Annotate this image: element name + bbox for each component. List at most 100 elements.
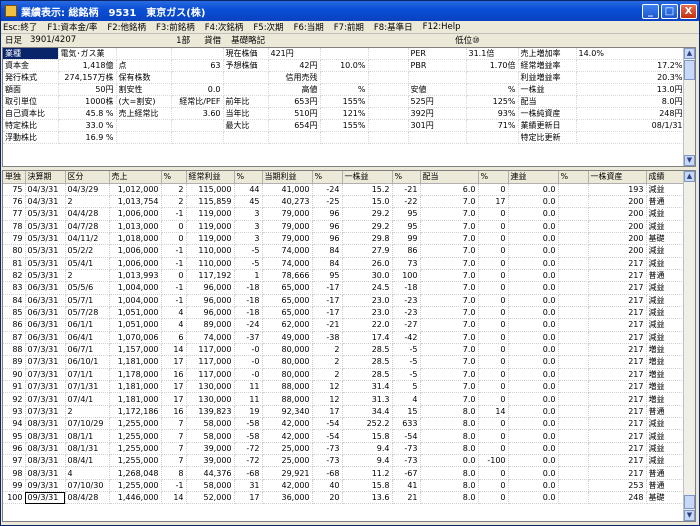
- table-cell: 05/2/2: [65, 244, 110, 258]
- menu-f4-next-stock[interactable]: F4:次銘柄: [205, 21, 244, 33]
- table-row[interactable]: 89 07/3/31 06/10/1 1,181,000 17 117,000 -0 80,0…: [3, 355, 686, 369]
- column-header[interactable]: 区分: [65, 171, 110, 184]
- table-cell: 1,181,000: [109, 380, 162, 394]
- table-row[interactable]: 83 06/3/31 05/5/6 1,004,000 -1 96,000 -18 65,00…: [3, 281, 686, 295]
- summary-cell: 0.0: [171, 83, 224, 97]
- table-cell: 36,000: [262, 491, 313, 505]
- scroll-down-icon[interactable]: ▼: [684, 155, 695, 166]
- table-row[interactable]: 94 08/3/31 07/10/29 1,255,000 7 58,000 -58 42,0…: [3, 417, 686, 431]
- table-row[interactable]: 84 06/3/31 05/7/1 1,004,000 -1 96,000 -18 65,00…: [3, 294, 686, 307]
- grid-scrollbar[interactable]: ▲ ▼: [683, 171, 695, 521]
- table-cell: -72: [234, 454, 263, 468]
- column-header[interactable]: 売上: [109, 171, 162, 184]
- table-row[interactable]: 88 07/3/31 06/7/1 1,157,000 14 117,000 -0 80,00…: [3, 343, 686, 357]
- table-cell: 30.0: [342, 269, 393, 283]
- column-header[interactable]: 単独: [3, 171, 26, 184]
- column-header[interactable]: 一株資産: [588, 171, 647, 184]
- column-header[interactable]: %: [392, 171, 421, 184]
- table-cell: 200: [588, 244, 647, 258]
- table-row[interactable]: 78 05/3/31 04/7/28 1,013,000 0 119,000 3 79,000…: [3, 220, 686, 233]
- scroll-thumb[interactable]: [684, 60, 695, 80]
- table-row[interactable]: 75 04/3/31 04/3/29 1,012,000 2 115,000 44 41,00…: [3, 183, 686, 196]
- table-row[interactable]: 91 07/3/31 07/1/31 1,181,000 17 130,000 11 88,0…: [3, 380, 686, 394]
- menu-f1-capital[interactable]: F1:資本金/率: [47, 21, 97, 33]
- summary-scrollbar[interactable]: ▲ ▼: [683, 48, 695, 166]
- table-row[interactable]: 95 08/3/31 08/1/1 1,255,000 7 58,000 -58 42,000…: [3, 429, 686, 443]
- table-cell: 09/3/31: [25, 491, 66, 505]
- table-row[interactable]: 76 04/3/31 2 1,013,754 2 115,859 45 40,273 -25 15…: [3, 195, 686, 209]
- date-label: 日足: [5, 36, 23, 46]
- table-row[interactable]: 92 07/3/31 07/4/1 1,181,000 17 130,000 11 88,00…: [3, 392, 686, 406]
- table-cell: 139,823: [186, 405, 235, 419]
- summary-cell: [116, 119, 172, 133]
- table-row[interactable]: 96 08/3/31 08/1/31 1,255,000 7 39,000 -72 25,00…: [3, 442, 686, 456]
- minimize-button[interactable]: _: [642, 3, 659, 19]
- grid-scroll-thumb[interactable]: [684, 495, 695, 509]
- table-row[interactable]: 90 07/3/31 07/1/1 1,178,000 16 117,000 -0 80,00…: [3, 368, 686, 382]
- table-cell: 0.0: [508, 380, 559, 394]
- table-row[interactable]: 99 09/3/31 07/10/30 1,255,000 -1 58,000 31 42,0…: [3, 479, 686, 493]
- summary-cell: 点: [116, 59, 172, 73]
- table-row[interactable]: 82 05/3/31 2 1,013,993 0 117,192 1 78,666 95 30.0…: [3, 269, 686, 283]
- table-cell: 0.0: [420, 454, 479, 468]
- table-row[interactable]: 87 06/3/31 06/4/1 1,070,006 6 74,000 -37 49,000…: [3, 331, 686, 344]
- table-row[interactable]: 81 05/3/31 05/4/1 1,006,000 -1 110,000 -5 74,00…: [3, 257, 686, 270]
- table-cell: 28.5: [342, 368, 393, 382]
- table-cell: 2: [65, 195, 110, 209]
- column-header[interactable]: 配当: [420, 171, 479, 184]
- summary-cell: 特定株比: [3, 119, 59, 133]
- table-row[interactable]: 98 08/3/31 4 1,268,048 8 44,376 -68 29,921 -68 11…: [3, 466, 686, 480]
- table-row[interactable]: 80 05/3/31 05/2/2 1,006,000 -1 110,000 -5 74,00…: [3, 244, 686, 258]
- maximize-button[interactable]: □: [661, 3, 678, 19]
- menu-f8-base-date[interactable]: F8:基準日: [374, 21, 413, 33]
- menu-f7-prev-period[interactable]: F7:前期: [334, 21, 364, 33]
- menu-esc-exit[interactable]: Esc:終了: [3, 21, 37, 33]
- column-header[interactable]: %: [234, 171, 263, 184]
- table-cell: 増益: [646, 368, 686, 382]
- table-row[interactable]: 97 08/3/31 08/4/1 1,255,000 7 39,000 -72 25,000…: [3, 454, 686, 468]
- table-cell: 7.0: [420, 257, 479, 270]
- column-header[interactable]: 当期利益: [262, 171, 313, 184]
- table-cell: 0.0: [508, 281, 559, 295]
- column-header[interactable]: %: [161, 171, 187, 184]
- summary-cell: [171, 48, 224, 61]
- column-header[interactable]: 経常利益: [186, 171, 235, 184]
- grid-scroll-up-icon[interactable]: ▲: [684, 171, 695, 182]
- table-row[interactable]: 93 07/3/31 2 1,172,186 16 139,823 19 92,340 17 34…: [3, 405, 686, 419]
- close-button[interactable]: X: [680, 3, 697, 19]
- table-cell: 217: [588, 466, 647, 480]
- table-cell: [558, 244, 589, 258]
- column-header[interactable]: 成績: [646, 171, 686, 184]
- table-cell: 0: [478, 207, 509, 221]
- menu-f3-prev-stock[interactable]: F3:前銘柄: [156, 21, 195, 33]
- table-row[interactable]: 86 06/3/31 06/1/1 1,051,000 4 89,000 -24 62,000…: [3, 318, 686, 332]
- table-cell: 08/3/31: [25, 454, 66, 468]
- menu-f2-other-stock[interactable]: F2:他銘柄: [107, 21, 146, 33]
- table-row[interactable]: 100 09/3/31 08/4/28 1,446,000 14 52,000 17 36,0…: [3, 491, 686, 505]
- table-cell: -0: [234, 343, 263, 357]
- summary-cell: 予想株価: [223, 59, 269, 73]
- table-cell: -18: [234, 306, 263, 320]
- table-cell: 8.0: [420, 466, 479, 480]
- column-header[interactable]: 決算期: [25, 171, 66, 184]
- column-header[interactable]: %: [312, 171, 343, 184]
- menu-f6-current-period[interactable]: F6:当期: [294, 21, 324, 33]
- menu-f5-next-period[interactable]: F5:次期: [253, 21, 283, 33]
- table-cell: 7.0: [420, 331, 479, 344]
- column-header[interactable]: %: [478, 171, 509, 184]
- grid-scroll-down-icon[interactable]: ▼: [684, 510, 695, 521]
- table-cell: 200: [588, 207, 647, 221]
- column-header[interactable]: %: [558, 171, 589, 184]
- table-row[interactable]: 85 06/3/31 05/7/28 1,051,000 4 96,000 -18 65,00…: [3, 306, 686, 320]
- table-cell: 41,000: [262, 183, 313, 196]
- scroll-up-icon[interactable]: ▲: [684, 48, 695, 59]
- table-row[interactable]: 77 05/3/31 04/4/28 1,006,000 -1 119,000 3 79,00…: [3, 207, 686, 221]
- table-cell: 基礎: [646, 491, 686, 505]
- table-row[interactable]: 79 05/3/31 04/11/2 1,018,000 0 119,000 3 79,000…: [3, 232, 686, 246]
- column-header[interactable]: 一株益: [342, 171, 393, 184]
- menu-f12-help[interactable]: F12:Help: [423, 22, 461, 32]
- table-cell: [558, 207, 589, 221]
- column-header[interactable]: 連益: [508, 171, 559, 184]
- summary-cell: [171, 71, 224, 85]
- table-cell: [558, 306, 589, 320]
